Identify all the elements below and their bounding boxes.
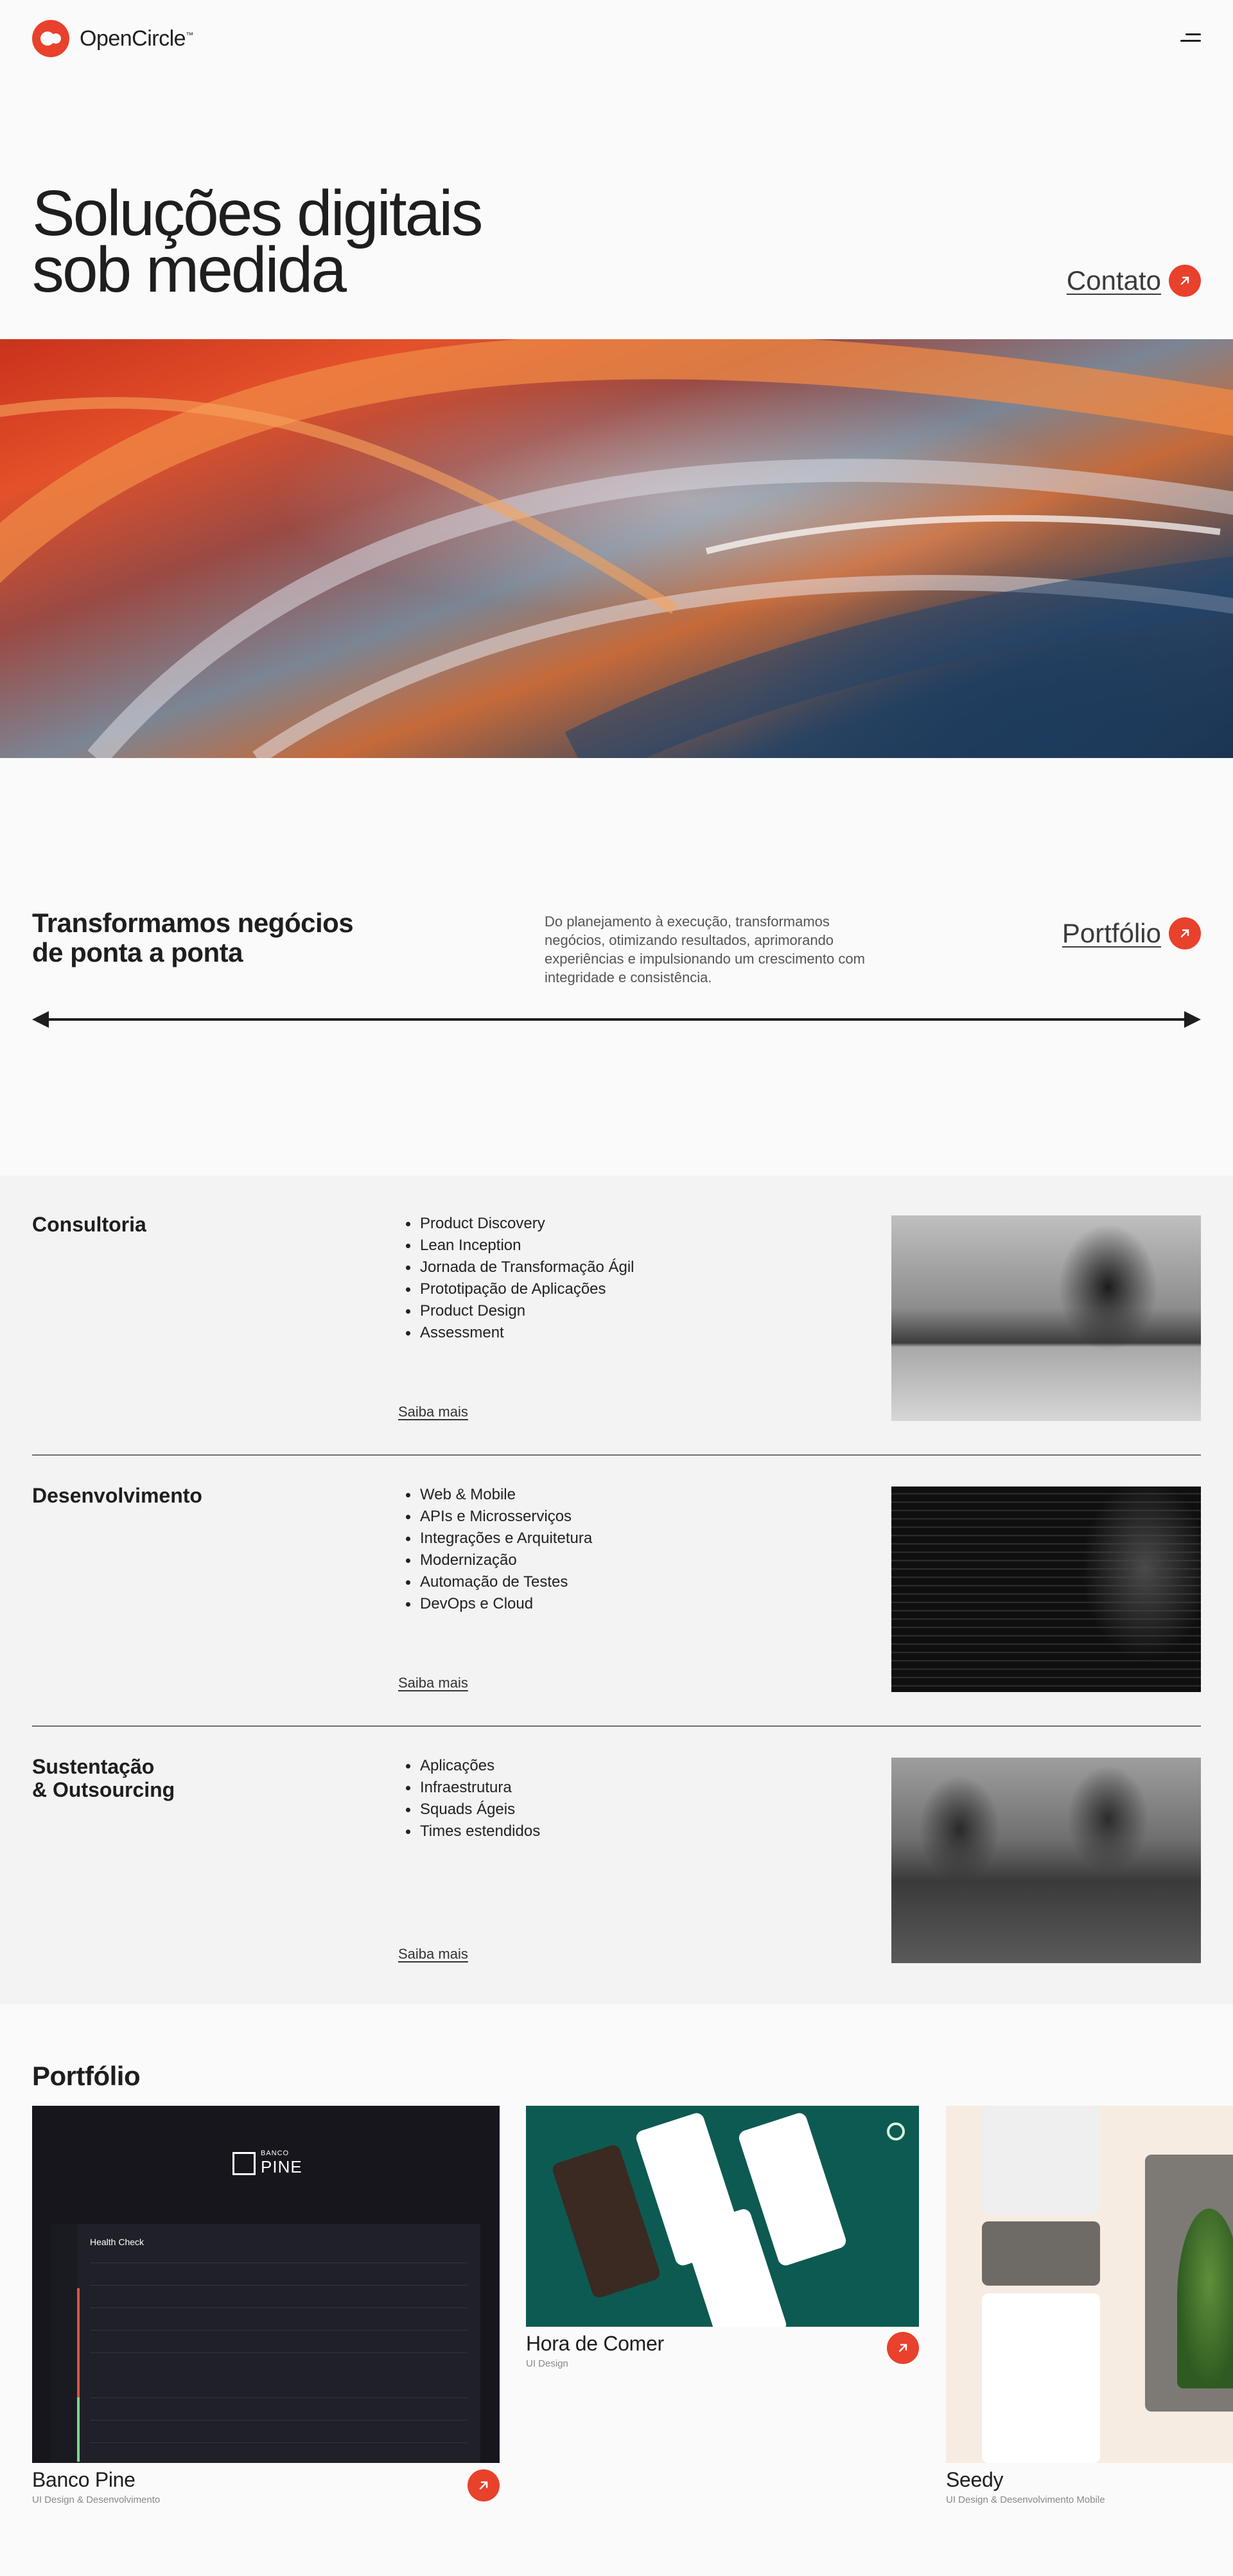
service-list-item: DevOps e Cloud: [405, 1593, 592, 1615]
service-list-item: Aplicações: [405, 1755, 540, 1777]
service-list-item: Prototipação de Aplicações: [405, 1278, 634, 1300]
service-list-item: Jornada de Transformação Ágil: [405, 1257, 634, 1278]
portfolio-card-banco-pine[interactable]: BANCO PINE Health Check Banco Pine UI De…: [32, 2106, 500, 2505]
seedy-thumbnail: [946, 2106, 1233, 2463]
pine-logo-icon: [232, 2151, 256, 2175]
app-sidebar: [51, 2224, 77, 2463]
service-desenvolvimento: Desenvolvimento Web & Mobile APIs e Micr…: [32, 1447, 1201, 1727]
service-list-item: Assessment: [405, 1322, 634, 1344]
plant-illustration: [1177, 2209, 1233, 2388]
brand-name: OpenCircle™: [80, 26, 193, 51]
portfolio-link-label: Portfólio: [1062, 918, 1161, 948]
service-list: Web & Mobile APIs e Microsserviços Integ…: [405, 1484, 592, 1615]
hora-de-comer-thumbnail: [526, 2106, 919, 2327]
card-subtitle: UI Design & Desenvolvimento: [32, 2494, 161, 2505]
card-title: Hora de Comer: [526, 2332, 664, 2355]
service-title: Consultoria: [32, 1213, 146, 1236]
contact-link[interactable]: Contato: [1067, 265, 1201, 297]
double-arrow-divider: [32, 1011, 1201, 1028]
service-list: Product Discovery Lean Inception Jornada…: [405, 1213, 634, 1344]
service-title: Sustentação & Outsourcing: [32, 1755, 175, 1801]
card-subtitle: UI Design & Desenvolvimento Mobile: [946, 2494, 1105, 2505]
service-list-item: Product Design: [405, 1300, 634, 1322]
card-title: Banco Pine: [32, 2468, 136, 2491]
desenvolvimento-photo: [891, 1486, 1201, 1692]
card-title: Seedy: [946, 2468, 1004, 2491]
hero-title: Soluções digitais sob medida: [32, 181, 483, 302]
intro-title-line-1: Transformamos negócios: [32, 908, 354, 938]
service-list-item: Integrações e Arquitetura: [405, 1528, 592, 1549]
portfolio-link[interactable]: Portfólio: [1062, 917, 1201, 949]
banco-pine-logo: BANCO PINE: [232, 2149, 302, 2177]
app-screen-title: Health Check: [90, 2237, 144, 2247]
card-subtitle: UI Design: [526, 2358, 568, 2369]
portfolio-title: Portfólio: [32, 2061, 141, 2091]
contact-link-label: Contato: [1066, 265, 1161, 296]
hero-title-line-2: sob medida: [32, 234, 347, 306]
pine-logo-text: PINE: [261, 2157, 302, 2176]
learn-more-link[interactable]: Saiba mais: [398, 1946, 468, 1963]
brand-logo[interactable]: OpenCircle™: [32, 20, 193, 57]
service-list-item: Infraestrutura: [405, 1777, 540, 1799]
opencircle-logo-icon: [32, 20, 69, 57]
arrow-up-right-icon[interactable]: [468, 2469, 500, 2501]
service-list-item: Web & Mobile: [405, 1484, 592, 1506]
service-list-item: Modernização: [405, 1549, 592, 1571]
consultoria-photo: [891, 1215, 1201, 1421]
arrow-up-right-icon[interactable]: [887, 2332, 919, 2364]
portfolio-card-seedy[interactable]: Seedy UI Design & Desenvolvimento Mobile: [946, 2106, 1233, 2505]
status-bar-green: [77, 2397, 80, 2462]
learn-more-link[interactable]: Saiba mais: [398, 1675, 468, 1691]
services-section: Consultoria Product Discovery Lean Incep…: [0, 1176, 1233, 2004]
banco-pine-app-screen: Health Check: [51, 2224, 480, 2463]
service-title: Desenvolvimento: [32, 1484, 202, 1507]
app-screen: [982, 2221, 1100, 2286]
service-sustentacao: Sustentação & Outsourcing Aplicações Inf…: [32, 1718, 1201, 1963]
app-logo-icon: [887, 2122, 905, 2140]
app-screen: [982, 2293, 1100, 2463]
sustentacao-photo: [891, 1758, 1201, 1963]
service-list-item: APIs e Microsserviços: [405, 1506, 592, 1528]
learn-more-link[interactable]: Saiba mais: [398, 1404, 468, 1420]
service-consultoria: Consultoria Product Discovery Lean Incep…: [32, 1176, 1201, 1456]
intro-text: Do planejamento à execução, transformamo…: [545, 913, 865, 985]
menu-icon[interactable]: [1179, 31, 1201, 46]
portfolio-card-hora-de-comer[interactable]: Hora de Comer UI Design: [526, 2106, 919, 2369]
hero-image: [0, 339, 1233, 758]
pine-logo-small-text: BANCO: [261, 2149, 290, 2157]
banco-pine-thumbnail: BANCO PINE Health Check: [32, 2106, 500, 2463]
service-list-item: Product Discovery: [405, 1213, 634, 1235]
intro-title-line-2: de ponta a ponta: [32, 937, 243, 967]
service-list-item: Squads Ágeis: [405, 1799, 540, 1821]
service-list-item: Automação de Testes: [405, 1571, 592, 1593]
status-bar-red: [77, 2288, 80, 2397]
site-header: OpenCircle™: [32, 19, 1201, 58]
arrow-up-right-icon: [1169, 917, 1201, 949]
service-list-item: Lean Inception: [405, 1235, 634, 1257]
service-list-item: Times estendidos: [405, 1821, 540, 1842]
intro-title: Transformamos negócios de ponta a ponta: [32, 908, 354, 967]
arrow-up-right-icon: [1169, 265, 1201, 297]
app-screen: [982, 2106, 1100, 2215]
service-list: Aplicações Infraestrutura Squads Ágeis T…: [405, 1755, 540, 1842]
